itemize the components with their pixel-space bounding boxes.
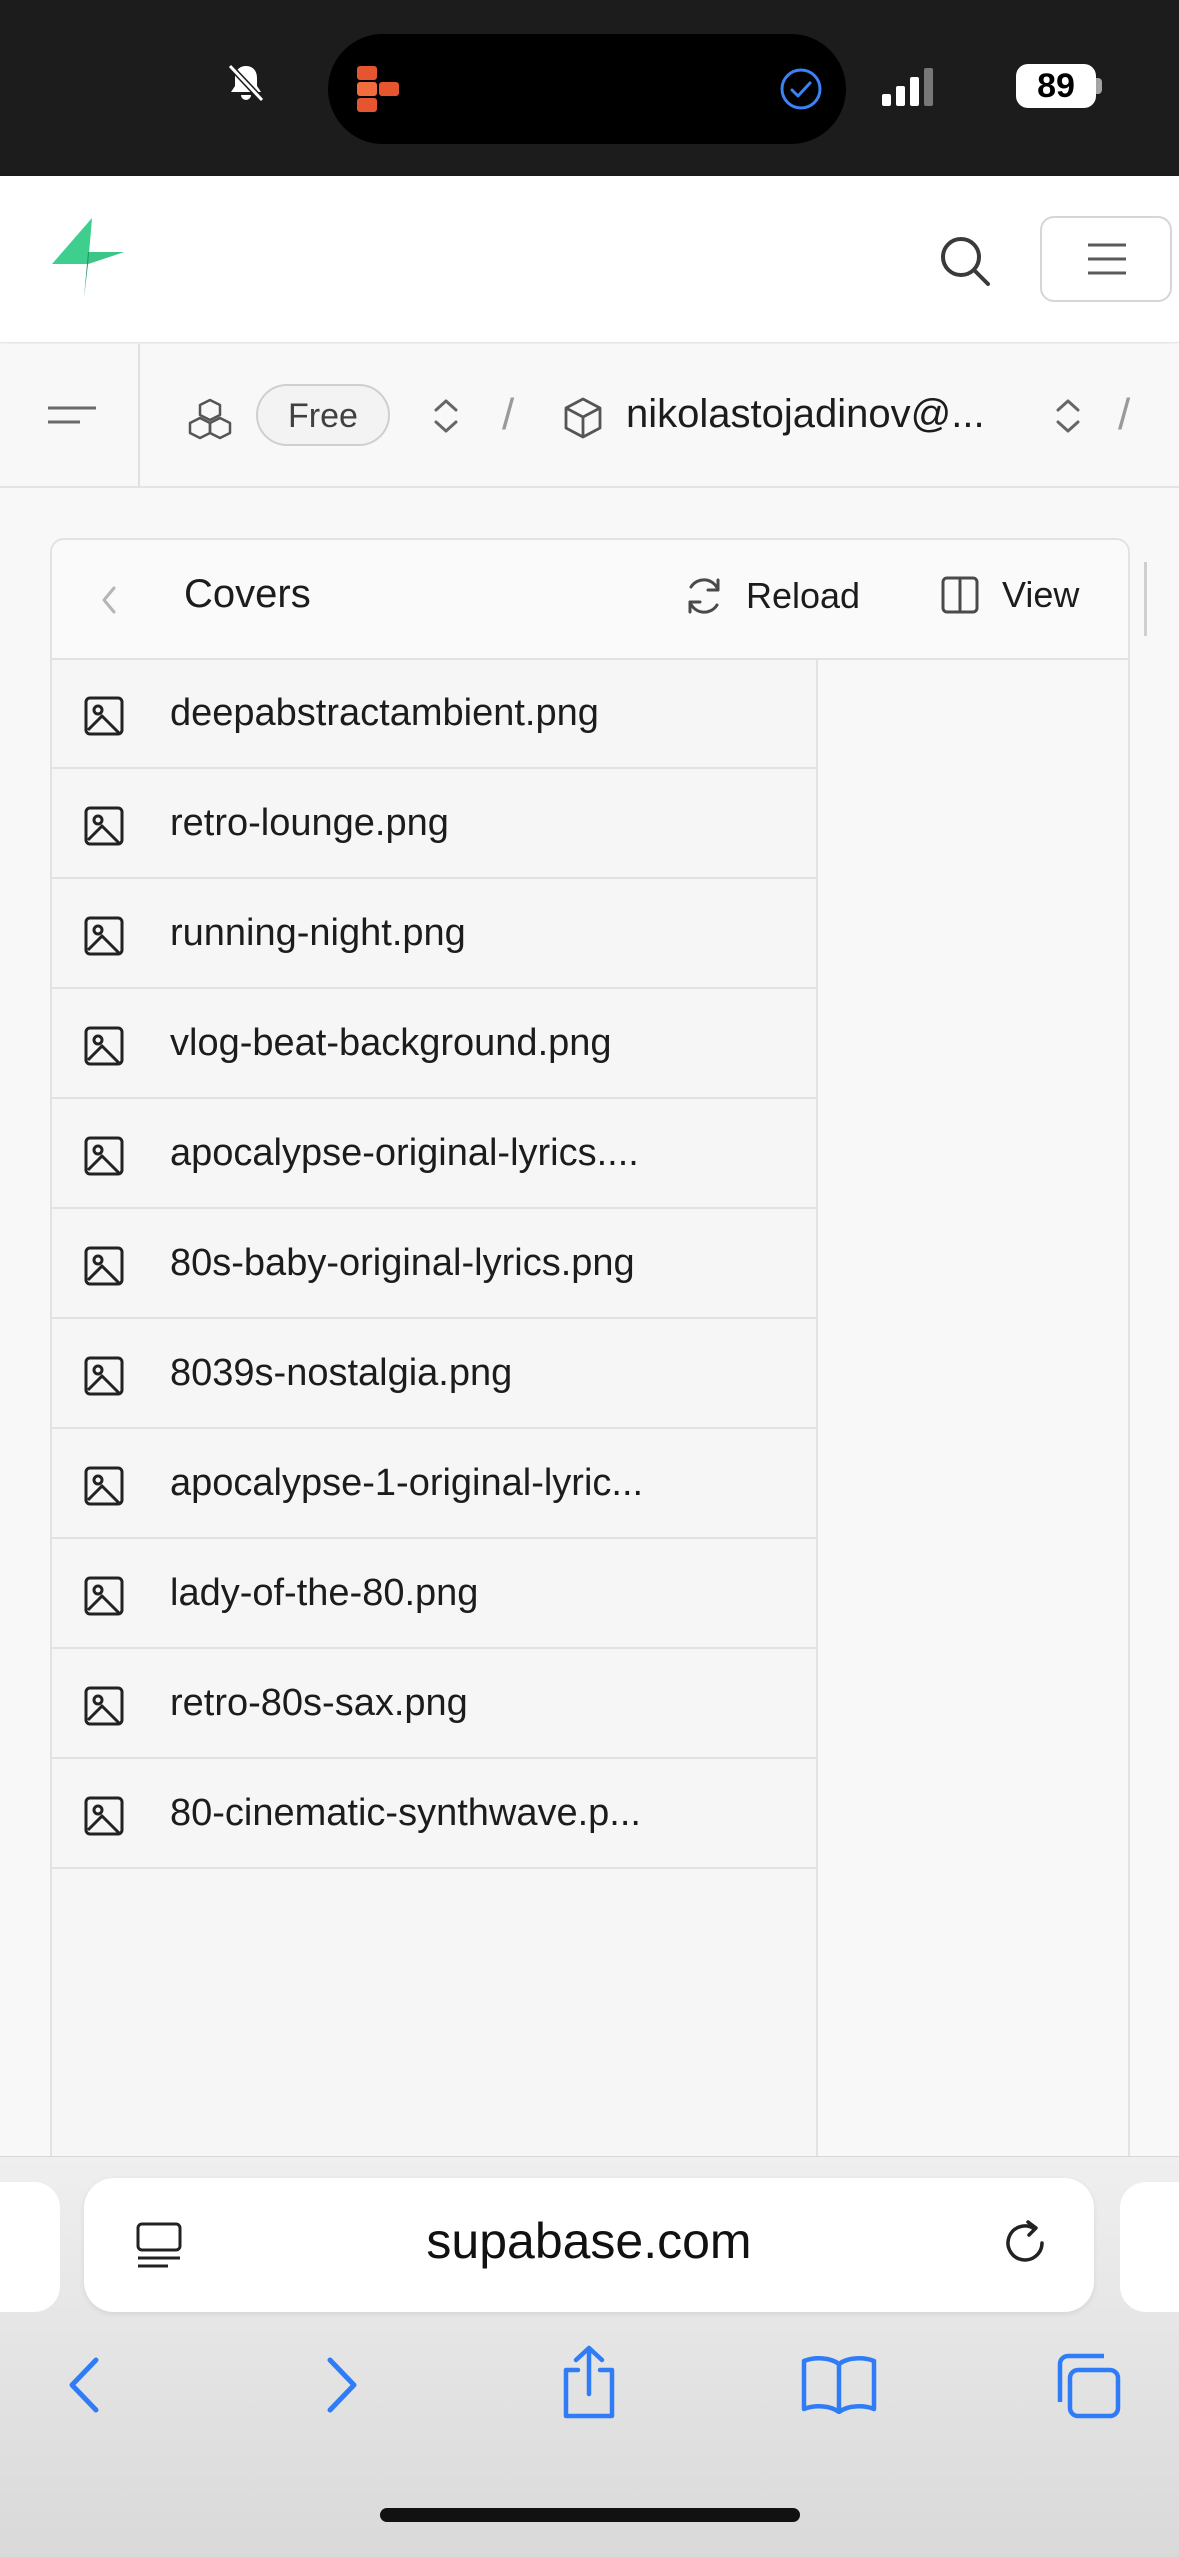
hamburger-menu-button[interactable]: [1040, 216, 1172, 302]
forward-arrow-icon[interactable]: [318, 2350, 364, 2425]
image-file-icon: [84, 806, 124, 851]
preview-column: [818, 660, 1128, 2258]
file-name: apocalypse-1-original-lyric...: [170, 1462, 644, 1504]
breadcrumb-divider: [138, 344, 140, 486]
dynamic-island: [328, 34, 846, 144]
image-file-icon: [84, 916, 124, 961]
reload-page-icon[interactable]: [998, 2216, 1052, 2275]
share-icon[interactable]: [556, 2344, 622, 2425]
back-arrow-icon[interactable]: [62, 2350, 108, 2425]
previous-tab-preview[interactable]: [0, 2182, 60, 2312]
image-file-icon: [84, 1356, 124, 1401]
file-name: lady-of-the-80.png: [170, 1572, 479, 1614]
refresh-icon: [688, 578, 720, 614]
file-row[interactable]: 80-cinematic-synthwave.p...: [52, 1760, 816, 1869]
view-label: View: [1002, 574, 1080, 615]
site-header: [0, 176, 1179, 343]
image-file-icon: [84, 1136, 124, 1181]
image-file-icon: [84, 1686, 124, 1731]
organization-boxes-icon[interactable]: [188, 398, 232, 445]
file-row[interactable]: running-night.png: [52, 880, 816, 989]
url-text[interactable]: supabase.com: [84, 2212, 1094, 2270]
cellular-signal-icon: [882, 66, 938, 111]
file-name: retro-lounge.png: [170, 802, 449, 844]
project-name[interactable]: nikolastojadinov@...: [626, 392, 985, 437]
scrollbar[interactable]: [1144, 562, 1147, 636]
app-activity-icon: [355, 64, 401, 121]
image-file-icon: [84, 1466, 124, 1511]
file-name: retro-80s-sax.png: [170, 1682, 468, 1724]
breadcrumb-separator: /: [502, 390, 515, 439]
image-file-icon: [84, 1026, 124, 1071]
battery-icon: 89: [1016, 64, 1096, 108]
image-file-icon: [84, 696, 124, 741]
file-row[interactable]: deepabstractambient.png: [52, 660, 816, 769]
check-circle-icon: [778, 66, 824, 117]
file-row[interactable]: 80s-baby-original-lyrics.png: [52, 1210, 816, 1319]
search-icon[interactable]: [938, 234, 992, 293]
project-box-icon[interactable]: [562, 396, 604, 445]
file-name: running-night.png: [170, 912, 466, 954]
file-name: 8039s-nostalgia.png: [170, 1352, 513, 1394]
org-chevrons-icon[interactable]: [428, 396, 464, 441]
bookmarks-icon[interactable]: [800, 2354, 878, 2419]
next-tab-preview[interactable]: [1120, 2182, 1179, 2312]
plan-badge[interactable]: Free: [256, 384, 390, 446]
tabs-overview-icon[interactable]: [1052, 2350, 1124, 2425]
battery-nub: [1096, 78, 1102, 94]
file-row[interactable]: vlog-beat-background.png: [52, 990, 816, 1099]
supabase-bolt-icon[interactable]: [48, 216, 128, 305]
network-type: 5G: [950, 62, 1004, 106]
view-button[interactable]: View: [940, 574, 1079, 616]
folder-title: Covers: [184, 572, 311, 616]
file-row[interactable]: apocalypse-1-original-lyric...: [52, 1430, 816, 1539]
file-name: apocalypse-original-lyrics....: [170, 1132, 639, 1174]
file-row[interactable]: retro-lounge.png: [52, 770, 816, 879]
file-name: vlog-beat-background.png: [170, 1022, 612, 1064]
bell-slash-icon: [224, 60, 268, 109]
file-name: 80-cinematic-synthwave.p...: [170, 1792, 641, 1834]
image-file-icon: [84, 1576, 124, 1621]
chevron-left-icon[interactable]: [96, 580, 124, 625]
columns-icon: [941, 576, 979, 614]
file-name: 80s-baby-original-lyrics.png: [170, 1242, 635, 1284]
file-row[interactable]: apocalypse-original-lyrics....: [52, 1100, 816, 1209]
file-row[interactable]: lady-of-the-80.png: [52, 1540, 816, 1649]
file-row[interactable]: 8039s-nostalgia.png: [52, 1320, 816, 1429]
breadcrumb-separator: /: [1118, 390, 1131, 439]
hamburger-menu-icon: [1088, 243, 1126, 275]
project-chevrons-icon[interactable]: [1050, 396, 1086, 441]
status-time: 10:10: [94, 53, 225, 109]
file-row[interactable]: retro-80s-sax.png: [52, 1650, 816, 1759]
image-file-icon: [84, 1246, 124, 1291]
reload-label: Reload: [746, 575, 861, 616]
sidebar-toggle-icon[interactable]: [46, 400, 98, 435]
image-file-icon: [84, 1796, 124, 1841]
file-name: deepabstractambient.png: [170, 692, 599, 734]
reload-button[interactable]: Reload: [682, 574, 860, 618]
home-indicator: [380, 2508, 800, 2522]
